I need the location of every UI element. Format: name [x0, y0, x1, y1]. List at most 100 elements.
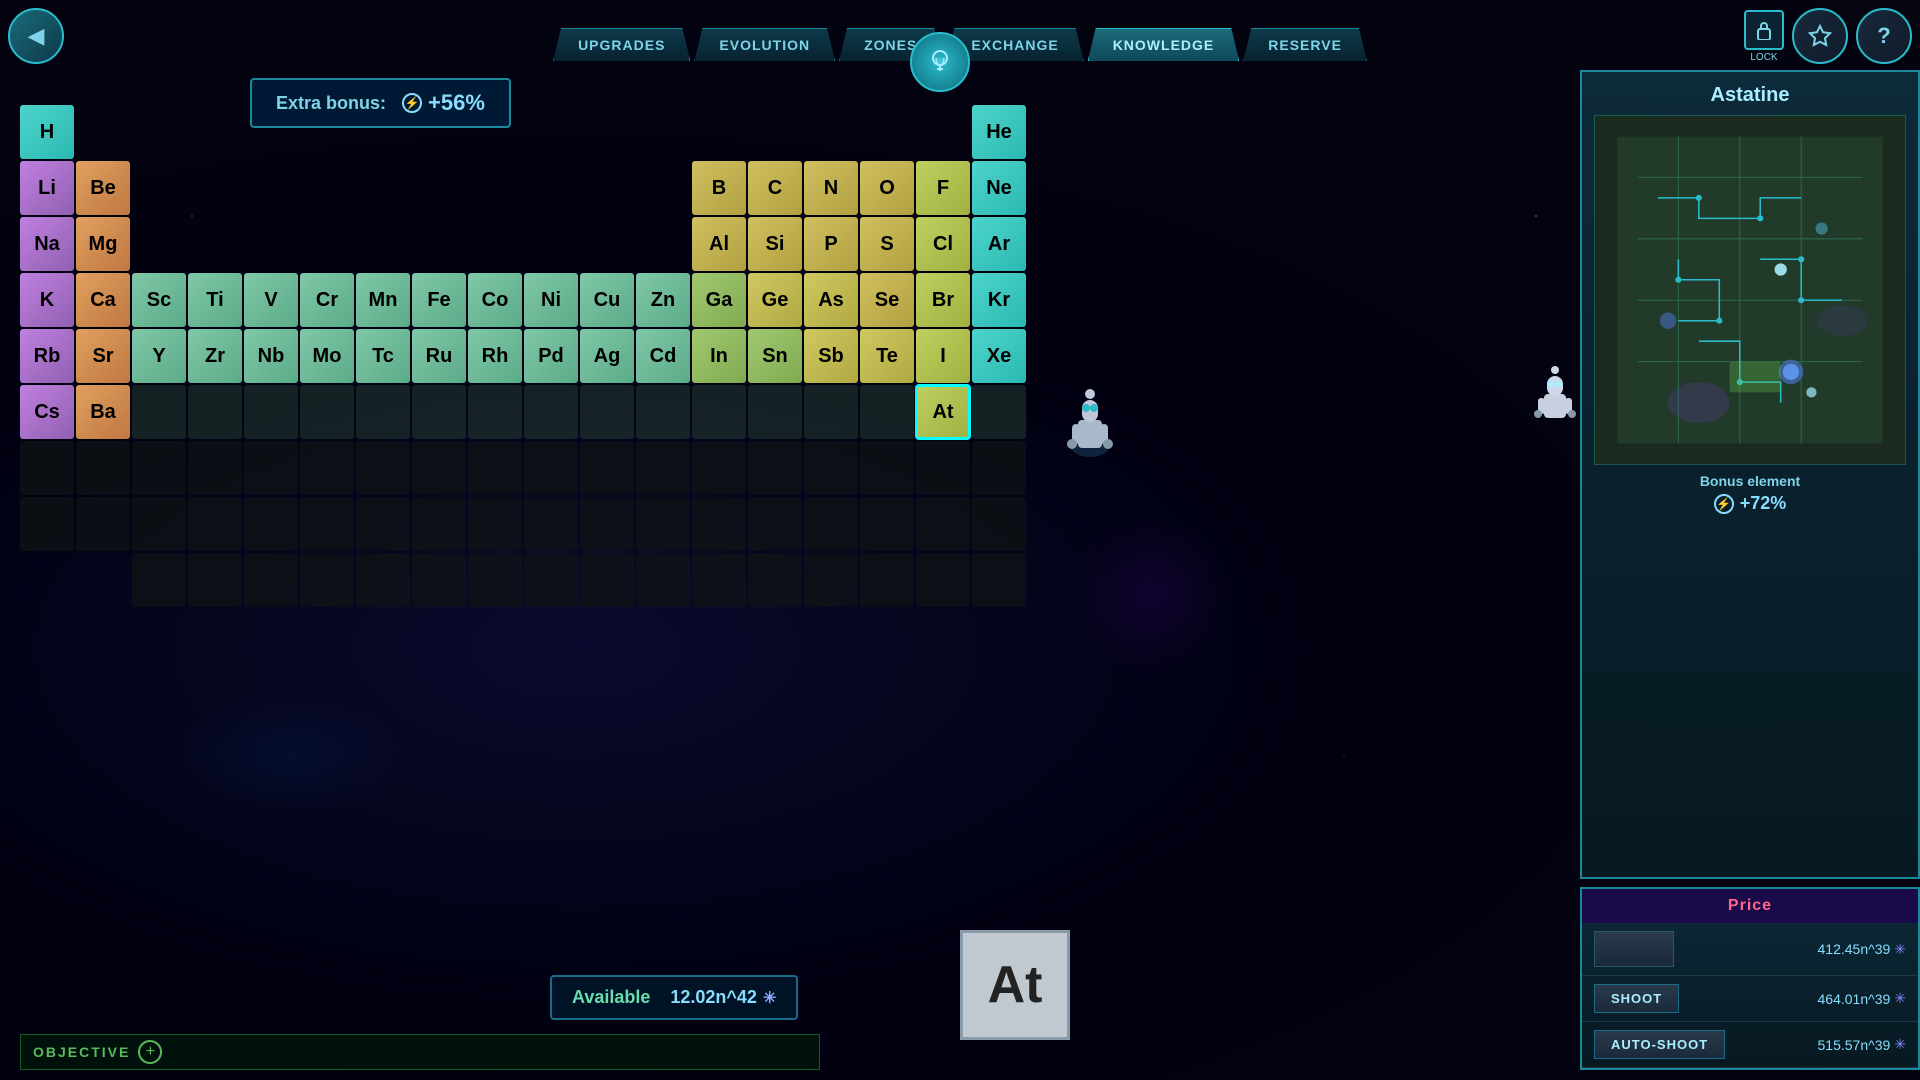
element-locked: [76, 441, 130, 495]
element-ni[interactable]: Ni: [524, 273, 578, 327]
knowledge-icon: [910, 32, 970, 92]
tab-reserve[interactable]: RESERVE: [1243, 28, 1367, 61]
element-v[interactable]: V: [244, 273, 298, 327]
element-ge[interactable]: Ge: [748, 273, 802, 327]
element-br[interactable]: Br: [916, 273, 970, 327]
element-nb[interactable]: Nb: [244, 329, 298, 383]
element-ti[interactable]: Ti: [188, 273, 242, 327]
element-locked: [468, 441, 522, 495]
lock-button[interactable]: LOCK: [1744, 10, 1784, 63]
element-cr[interactable]: Cr: [300, 273, 354, 327]
element-ag[interactable]: Ag: [580, 329, 634, 383]
element-mg[interactable]: Mg: [76, 217, 130, 271]
element-locked: [692, 441, 746, 495]
element-y[interactable]: Y: [132, 329, 186, 383]
tab-upgrades[interactable]: UPGRADES: [553, 28, 690, 61]
element-locked: [580, 497, 634, 551]
right-panel: Astatine: [1580, 70, 1920, 1070]
element-locked: [972, 497, 1026, 551]
element-locked: [804, 497, 858, 551]
element-i[interactable]: I: [916, 329, 970, 383]
element-locked: [188, 497, 242, 551]
element-locked: [244, 497, 298, 551]
element-locked: [356, 497, 410, 551]
element-h[interactable]: H: [20, 105, 74, 159]
element-locked: [692, 553, 746, 607]
element-si[interactable]: Si: [748, 217, 802, 271]
element-sn[interactable]: Sn: [748, 329, 802, 383]
tab-knowledge[interactable]: KNOWLEDGE: [1088, 28, 1240, 61]
element-he[interactable]: He: [972, 105, 1026, 159]
element-se[interactable]: Se: [860, 273, 914, 327]
element-ba[interactable]: Ba: [76, 385, 130, 439]
element-c[interactable]: C: [748, 161, 802, 215]
element-as[interactable]: As: [804, 273, 858, 327]
element-in[interactable]: In: [692, 329, 746, 383]
element-locked: [860, 497, 914, 551]
element-cs[interactable]: Cs: [20, 385, 74, 439]
element-o[interactable]: O: [860, 161, 914, 215]
element-cl[interactable]: Cl: [916, 217, 970, 271]
tab-evolution[interactable]: EVOLUTION: [694, 28, 835, 61]
element-na[interactable]: Na: [20, 217, 74, 271]
element-mn[interactable]: Mn: [356, 273, 410, 327]
element-ru[interactable]: Ru: [412, 329, 466, 383]
element-li[interactable]: Li: [20, 161, 74, 215]
element-ca[interactable]: Ca: [76, 273, 130, 327]
shoot-button[interactable]: SHOOT: [1594, 984, 1679, 1013]
element-ar[interactable]: Ar: [972, 217, 1026, 271]
element-mo[interactable]: Mo: [300, 329, 354, 383]
element-zr[interactable]: Zr: [188, 329, 242, 383]
element-k[interactable]: K: [20, 273, 74, 327]
element-locked: [524, 385, 578, 439]
element-rh[interactable]: Rh: [468, 329, 522, 383]
element-locked: [636, 553, 690, 607]
element-locked: [132, 497, 186, 551]
element-xe[interactable]: Xe: [972, 329, 1026, 383]
auto-shoot-button[interactable]: AUTO-SHOOT: [1594, 1030, 1725, 1059]
element-locked: [412, 441, 466, 495]
element-co[interactable]: Co: [468, 273, 522, 327]
objective-label: OBJECTIVE: [33, 1044, 130, 1060]
element-locked: [916, 553, 970, 607]
element-rb[interactable]: Rb: [20, 329, 74, 383]
element-cd[interactable]: Cd: [636, 329, 690, 383]
element-sb[interactable]: Sb: [804, 329, 858, 383]
element-al[interactable]: Al: [692, 217, 746, 271]
element-name: Astatine: [1594, 84, 1906, 107]
crystal-icon: ✳: [763, 988, 776, 1008]
element-tc[interactable]: Tc: [356, 329, 410, 383]
star-button[interactable]: [1792, 8, 1848, 64]
element-locked: [748, 441, 802, 495]
auto-shoot-crystal-icon: ✳: [1894, 1036, 1906, 1053]
element-sr[interactable]: Sr: [76, 329, 130, 383]
help-button[interactable]: ?: [1856, 8, 1912, 64]
element-cu[interactable]: Cu: [580, 273, 634, 327]
element-b[interactable]: B: [692, 161, 746, 215]
element-zn[interactable]: Zn: [636, 273, 690, 327]
element-s[interactable]: S: [860, 217, 914, 271]
element-locked: [300, 385, 354, 439]
robot-left: [1060, 380, 1120, 460]
lightning-icon: ⚡: [402, 93, 422, 113]
element-locked: [972, 441, 1026, 495]
element-locked: [972, 385, 1026, 439]
element-n[interactable]: N: [804, 161, 858, 215]
element-fe[interactable]: Fe: [412, 273, 466, 327]
extra-bonus-label: Extra bonus:: [276, 93, 386, 114]
element-locked: [300, 497, 354, 551]
back-button[interactable]: ◀: [8, 8, 64, 64]
element-kr[interactable]: Kr: [972, 273, 1026, 327]
element-p[interactable]: P: [804, 217, 858, 271]
bonus-element-label: Bonus element: [1594, 473, 1906, 489]
element-ga[interactable]: Ga: [692, 273, 746, 327]
element-pd[interactable]: Pd: [524, 329, 578, 383]
element-sc[interactable]: Sc: [132, 273, 186, 327]
element-be[interactable]: Be: [76, 161, 130, 215]
element-te[interactable]: Te: [860, 329, 914, 383]
element-f[interactable]: F: [916, 161, 970, 215]
element-ne[interactable]: Ne: [972, 161, 1026, 215]
element-locked: [524, 553, 578, 607]
element-at[interactable]: At: [916, 385, 970, 439]
objective-plus-button[interactable]: +: [138, 1040, 162, 1064]
